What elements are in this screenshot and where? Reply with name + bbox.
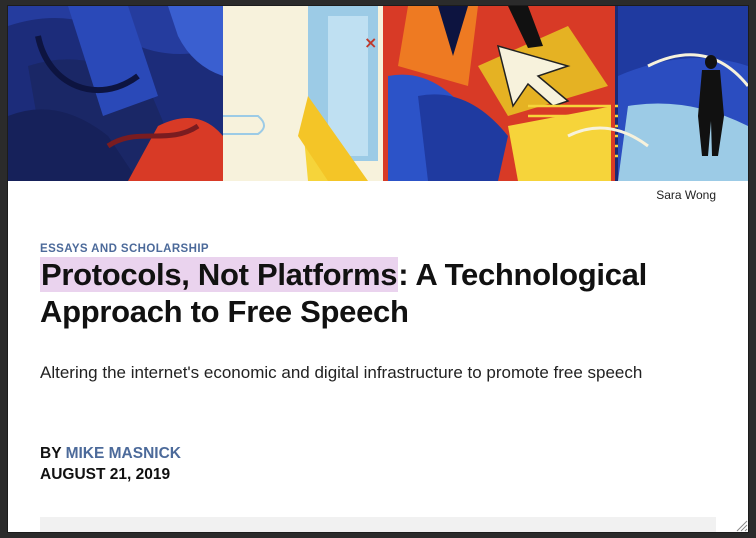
byline: BY MIKE MASNICK (40, 445, 181, 463)
hero-illustration-art: × (8, 6, 748, 181)
author-link[interactable]: MIKE MASNICK (66, 445, 181, 462)
article-window: × Sara Wong ESSAYS AND SCHOLARSHIP Proto… (8, 6, 748, 532)
article-title: Protocols, Not Platforms: A Technologica… (40, 256, 720, 330)
title-highlight: Protocols, Not Platforms (40, 257, 399, 292)
svg-text:×: × (364, 33, 377, 52)
section-label[interactable]: ESSAYS AND SCHOLARSHIP (40, 243, 209, 255)
content-box (40, 517, 716, 532)
resize-handle-icon[interactable] (734, 518, 748, 532)
article-dek: Altering the internet's economic and dig… (40, 363, 643, 382)
publish-date: AUGUST 21, 2019 (40, 466, 171, 483)
byline-prefix: BY (40, 445, 66, 462)
image-credit: Sara Wong (656, 188, 716, 202)
hero-illustration: × (8, 6, 748, 181)
